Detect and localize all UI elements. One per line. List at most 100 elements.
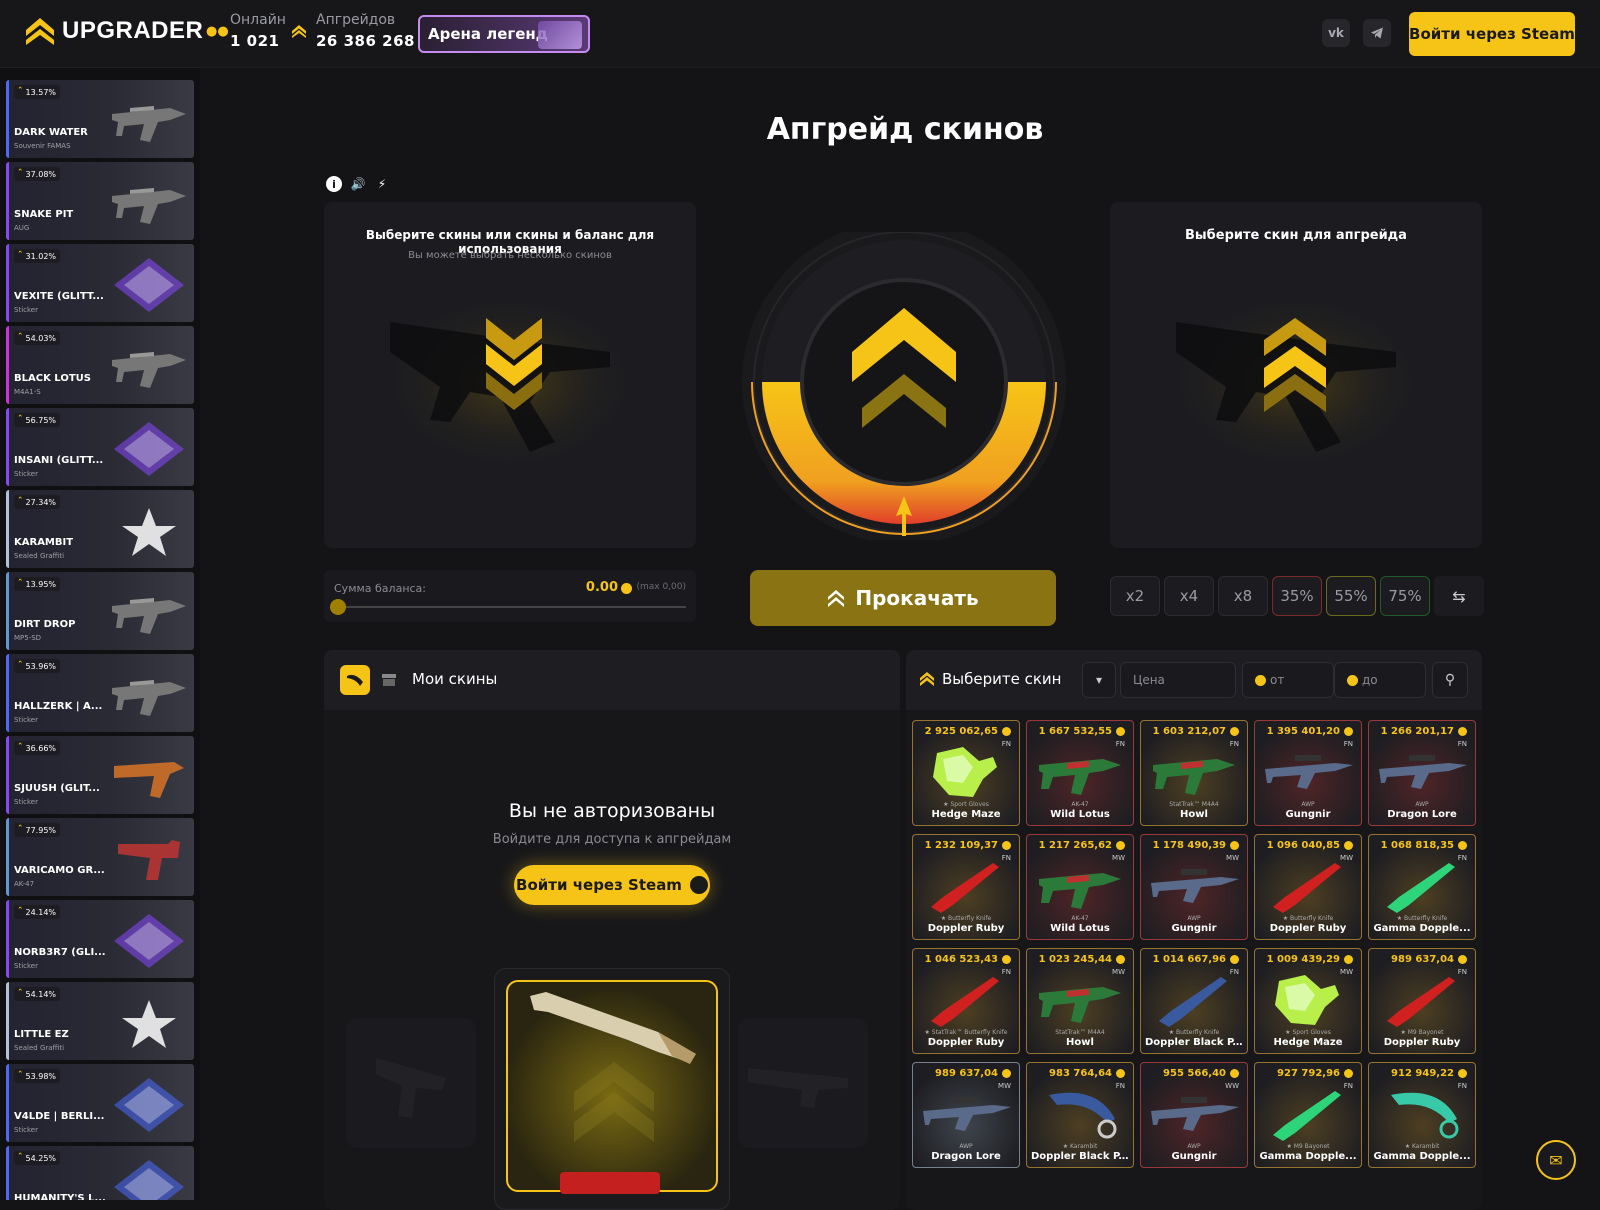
live-drop-item[interactable]: ˆ 56.75% INSANI (GLITT... Sticker <box>6 408 194 486</box>
price-from-input[interactable]: от <box>1242 662 1334 698</box>
upgrade-chance-gauge <box>742 232 1066 540</box>
top-bar: UPGRADER ●● Онлайн 1 021 Апгрейдов 26 38… <box>0 0 1600 68</box>
skin-name: Dragon Lore <box>931 1151 1001 1162</box>
skin-card[interactable]: 1 395 401,20 FN AWP Gungnir <box>1254 720 1362 826</box>
target-skin-panel[interactable]: Выберите скин для апгрейда <box>1110 202 1482 548</box>
balance-slider[interactable]: Сумма баланса: 0.00 (max 0,00) <box>324 570 696 622</box>
shuffle-button[interactable]: ⇆ <box>1434 576 1484 616</box>
chance-badge: ˆ 37.08% <box>14 167 61 181</box>
choose-skin-section: Выберите скин ▾ Цена от до ⚲ 2 925 062,6… <box>906 650 1482 1210</box>
chance-badge: ˆ 36.66% <box>14 741 61 755</box>
skin-card[interactable]: 1 178 490,39 MW AWP Gungnir <box>1140 834 1248 940</box>
balance-slider-track[interactable] <box>338 606 686 608</box>
arena-legends-button[interactable]: Арена легенд <box>418 15 590 53</box>
drop-weapon: Sealed Graffiti <box>14 552 65 560</box>
skin-price: 1 395 401,20 <box>1267 726 1353 737</box>
drop-name: V4LDE | BERLI... <box>14 1111 105 1122</box>
sort-toggle[interactable]: ▾ <box>1082 662 1116 698</box>
target-panel-title: Выберите скин для апгрейда <box>1185 228 1407 243</box>
coin-icon <box>1230 841 1239 850</box>
live-drop-item[interactable]: ˆ 37.08% SNAKE PIT AUG <box>6 162 194 240</box>
coin-icon <box>1458 955 1467 964</box>
coin-icon <box>1347 674 1358 686</box>
skin-price: 989 637,04 <box>1391 954 1467 965</box>
info-icon[interactable]: i <box>326 176 342 192</box>
live-drop-item[interactable]: ˆ 54.14% LITTLE EZ Sealed Graffiti <box>6 982 194 1060</box>
rarity-bar <box>6 818 9 896</box>
drop-image <box>110 912 188 970</box>
skin-card[interactable]: 1 009 439,29 MW ★ Sport Gloves Hedge Maze <box>1254 948 1362 1054</box>
price-to-input[interactable]: до <box>1334 662 1426 698</box>
price-input[interactable]: Цена <box>1120 662 1236 698</box>
drop-image <box>110 420 188 478</box>
skin-card[interactable]: 1 217 265,62 MW AK-47 Wild Lotus <box>1026 834 1134 940</box>
live-drop-item[interactable]: ˆ 27.34% KARAMBIT Sealed Graffiti <box>6 490 194 568</box>
skin-card[interactable]: 1 068 818,35 FN ★ Butterfly Knife Gamma Dop… <box>1368 834 1476 940</box>
knife-tab-icon[interactable] <box>340 665 370 695</box>
multiplier-button-75pct[interactable]: 75% <box>1380 576 1430 616</box>
skin-card[interactable]: 955 566,40 WW AWP Gungnir <box>1140 1062 1248 1168</box>
skin-card[interactable]: 912 949,22 FN ★ Karambit Gamma Dopple... <box>1368 1062 1476 1168</box>
live-drop-item[interactable]: ˆ 31.02% VEXITE (GLITT... Sticker <box>6 244 194 322</box>
rarity-bar <box>6 490 9 568</box>
skin-card[interactable]: 1 266 201,17 FN AWP Dragon Lore <box>1368 720 1476 826</box>
balance-value: 0.00 <box>585 580 618 595</box>
multiplier-button-x8[interactable]: x8 <box>1218 576 1268 616</box>
skin-card[interactable]: 1 046 523,43 FN ★ StatTrak™ Butterfly Knif… <box>912 948 1020 1054</box>
vk-icon[interactable]: vk <box>1322 19 1350 47</box>
balance-slider-knob[interactable] <box>330 599 346 615</box>
skin-image <box>1037 743 1125 801</box>
skin-name: Doppler Black P... <box>1145 1037 1244 1048</box>
chance-value: 53.96% <box>25 661 57 671</box>
multiplier-button-x4[interactable]: x4 <box>1164 576 1214 616</box>
drop-name: NORB3R7 (GLI... <box>14 947 106 958</box>
skin-card[interactable]: 1 023 245,44 MW StatTrak™ M4A4 Howl <box>1026 948 1134 1054</box>
sound-icon[interactable]: 🔊 <box>350 176 366 192</box>
skin-card[interactable]: 2 925 062,65 FN ★ Sport Gloves Hedge Maze <box>912 720 1020 826</box>
skin-price: 983 764,64 <box>1049 1068 1125 1079</box>
source-skins-panel[interactable]: Выберите скины или скины и баланс для ис… <box>324 202 696 548</box>
live-drop-item[interactable]: ˆ 53.96% HALLZERK | A... Sticker <box>6 654 194 732</box>
live-drop-item[interactable]: ˆ 54.03% BLACK LOTUS M4A1-S <box>6 326 194 404</box>
shop-tab-icon[interactable] <box>374 665 404 695</box>
skin-card[interactable]: 1 603 212,07 FN StatTrak™ M4A4 Howl <box>1140 720 1248 826</box>
live-drops-sidebar: ˆ 13.57% DARK WATER Souvenir FAMAS ˆ 37.08% SN… <box>0 68 200 1200</box>
live-drop-item[interactable]: ˆ 13.95% DIRT DROP MP5-SD <box>6 572 194 650</box>
skin-image <box>1151 1085 1239 1143</box>
drop-weapon: Sticker <box>14 470 38 478</box>
live-drop-item[interactable]: ˆ 24.14% NORB3R7 (GLI... Sticker <box>6 900 194 978</box>
drop-name: DIRT DROP <box>14 619 76 630</box>
skin-name: Howl <box>1180 809 1208 820</box>
skin-price: 1 014 667,96 <box>1153 954 1239 965</box>
telegram-icon[interactable] <box>1363 19 1391 47</box>
skin-weapon: AWP <box>959 1143 973 1150</box>
rarity-bar <box>6 982 9 1060</box>
search-button[interactable]: ⚲ <box>1432 662 1468 698</box>
live-drop-item[interactable]: ˆ 53.98% V4LDE | BERLI... Sticker <box>6 1064 194 1142</box>
drop-weapon: AK-47 <box>14 880 35 888</box>
skin-card[interactable]: 983 764,64 FN ★ Karambit Doppler Black P... <box>1026 1062 1134 1168</box>
skin-card[interactable]: 1 096 040,85 MW ★ Butterfly Knife Doppler R… <box>1254 834 1362 940</box>
multiplier-button-55pct[interactable]: 55% <box>1326 576 1376 616</box>
skin-card[interactable]: 1 014 667,96 FN ★ Butterfly Knife Doppler B… <box>1140 948 1248 1054</box>
live-drop-item[interactable]: ˆ 54.25% HUMANITY'S L... <box>6 1146 194 1200</box>
live-drop-item[interactable]: ˆ 36.66% SJUUSH (GLIT... Sticker <box>6 736 194 814</box>
skin-image <box>1265 1085 1353 1143</box>
chance-badge: ˆ 53.96% <box>14 659 61 673</box>
skin-card[interactable]: 989 637,04 FN ★ M9 Bayonet Doppler Ruby <box>1368 948 1476 1054</box>
lightning-icon[interactable]: ⚡ <box>374 176 390 192</box>
skin-card[interactable]: 927 792,96 FN ★ M9 Bayonet Gamma Dopple... <box>1254 1062 1362 1168</box>
steam-login-button[interactable]: Войти через Steam <box>1409 12 1575 56</box>
skin-card[interactable]: 1 667 532,55 FN AK-47 Wild Lotus <box>1026 720 1134 826</box>
multiplier-button-x2[interactable]: x2 <box>1110 576 1160 616</box>
multiplier-button-35pct[interactable]: 35% <box>1272 576 1322 616</box>
support-chat-button[interactable]: ✉ <box>1536 1140 1576 1180</box>
skin-name: Hedge Maze <box>931 809 1001 820</box>
skin-card[interactable]: 989 637,04 MW AWP Dragon Lore <box>912 1062 1020 1168</box>
steam-login-button-center[interactable]: Войти через Steam <box>514 865 710 905</box>
live-drop-item[interactable]: ˆ 77.95% VARICAMO GR... AK-47 <box>6 818 194 896</box>
skin-card[interactable]: 1 232 109,37 FN ★ Butterfly Knife Doppler R… <box>912 834 1020 940</box>
featured-skin-card[interactable] <box>506 980 718 1194</box>
logo[interactable]: UPGRADER <box>26 16 203 46</box>
upgrade-button[interactable]: Прокачать <box>750 570 1056 626</box>
